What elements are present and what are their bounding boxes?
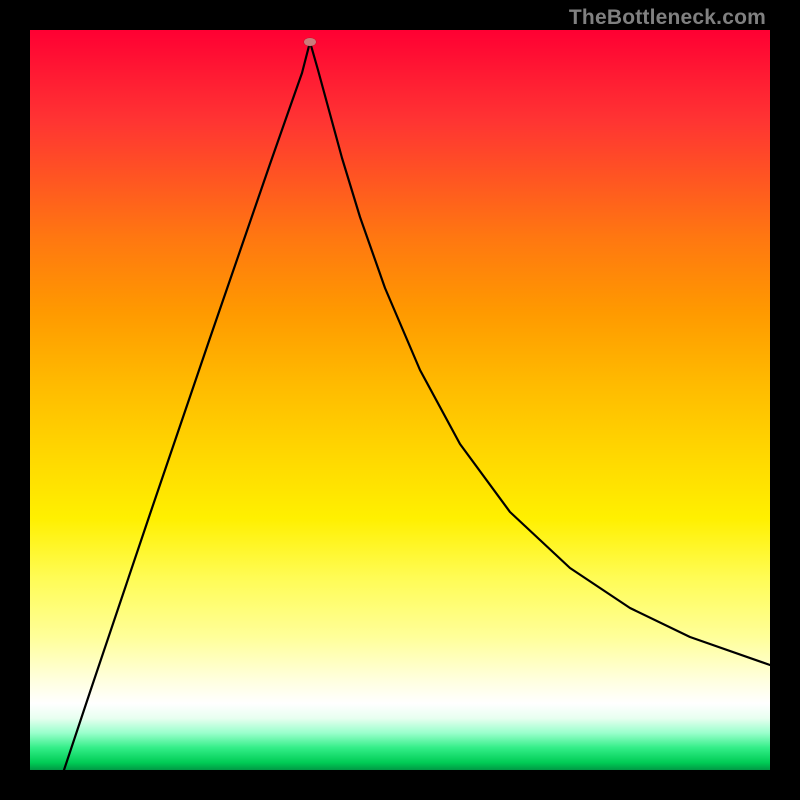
optimal-point-marker (304, 38, 316, 46)
chart-frame: TheBottleneck.com (0, 0, 800, 800)
bottleneck-curve (64, 42, 770, 770)
curve-svg (30, 30, 770, 770)
watermark-text: TheBottleneck.com (569, 6, 766, 30)
plot-area (30, 30, 770, 770)
